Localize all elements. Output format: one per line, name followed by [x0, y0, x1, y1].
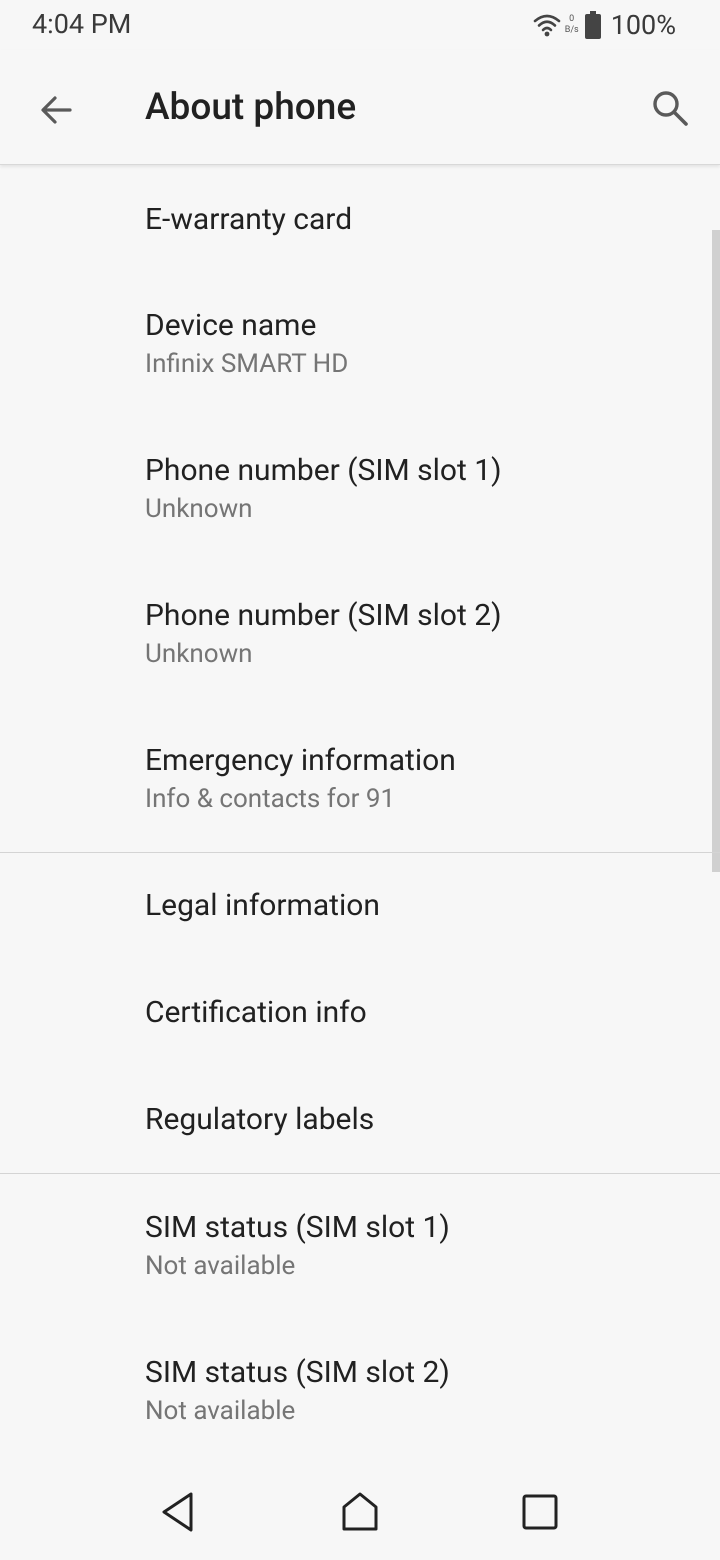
settings-list: E-warranty card Device name Infinix SMAR…: [0, 165, 720, 1439]
navigation-bar: [0, 1464, 720, 1560]
status-time: 4:04 PM: [32, 8, 132, 40]
wifi-icon: [533, 14, 561, 37]
network-speed-unit: B/s: [564, 25, 579, 35]
battery-icon: [584, 11, 601, 39]
app-bar: About phone: [0, 50, 720, 165]
list-item-e-warranty-card[interactable]: E-warranty card: [0, 165, 720, 271]
list-item-sim-status-sim1[interactable]: SIM status (SIM slot 1) Not available: [0, 1174, 720, 1319]
network-speed-value: 0: [569, 14, 575, 24]
nav-back-icon: [162, 1492, 193, 1532]
list-item-subtitle: Not available: [145, 1251, 296, 1281]
list-item-subtitle: Not available: [145, 1396, 296, 1426]
list-item-title: Phone number (SIM slot 1): [145, 453, 502, 488]
list-item-subtitle: Unknown: [145, 639, 253, 669]
list-item-title: SIM status (SIM slot 1): [145, 1210, 450, 1245]
arrow-back-icon: [41, 96, 72, 124]
search-button[interactable]: [646, 84, 694, 132]
status-bar: 4:04 PM 0 B/s 100%: [0, 0, 720, 50]
list-item-regulatory-labels[interactable]: Regulatory labels: [0, 1067, 720, 1173]
list-item-title: Device name: [145, 308, 317, 343]
list-item-sim-status-sim2[interactable]: SIM status (SIM slot 2) Not available: [0, 1319, 720, 1439]
list-item-legal-information[interactable]: Legal information: [0, 853, 720, 960]
list-item-certification-info[interactable]: Certification info: [0, 960, 720, 1067]
list-item-subtitle: Unknown: [145, 494, 253, 524]
nav-recents-button[interactable]: [512, 1484, 568, 1540]
nav-recents-icon: [522, 1494, 558, 1530]
nav-back-button[interactable]: [150, 1484, 206, 1540]
list-item-title: SIM status (SIM slot 2): [145, 1355, 450, 1390]
back-button[interactable]: [32, 86, 80, 134]
search-icon: [653, 91, 688, 126]
list-item-subtitle: Infinix SMART HD: [145, 349, 349, 379]
list-item-title: Emergency information: [145, 743, 456, 778]
list-item-title: Phone number (SIM slot 2): [145, 598, 502, 633]
page-title: About phone: [145, 86, 357, 129]
list-item-emergency-information[interactable]: Emergency information Info & contacts fo…: [0, 706, 720, 852]
nav-home-button[interactable]: [332, 1484, 388, 1540]
list-item-phone-number-sim2[interactable]: Phone number (SIM slot 2) Unknown: [0, 561, 720, 706]
network-speed-indicator: 0 B/s: [565, 14, 579, 36]
status-icons: 0 B/s 100%: [533, 9, 676, 41]
nav-home-icon: [342, 1492, 378, 1531]
list-item-title: E-warranty card: [145, 202, 353, 237]
list-item-subtitle: Info & contacts for 91: [145, 784, 396, 814]
list-item-title: Legal information: [145, 888, 380, 923]
list-item-phone-number-sim1[interactable]: Phone number (SIM slot 1) Unknown: [0, 416, 720, 561]
list-item-title: Certification info: [145, 995, 367, 1030]
list-item-device-name[interactable]: Device name Infinix SMART HD: [0, 271, 720, 416]
battery-percentage: 100%: [610, 9, 676, 41]
list-item-title: Regulatory labels: [145, 1102, 375, 1137]
